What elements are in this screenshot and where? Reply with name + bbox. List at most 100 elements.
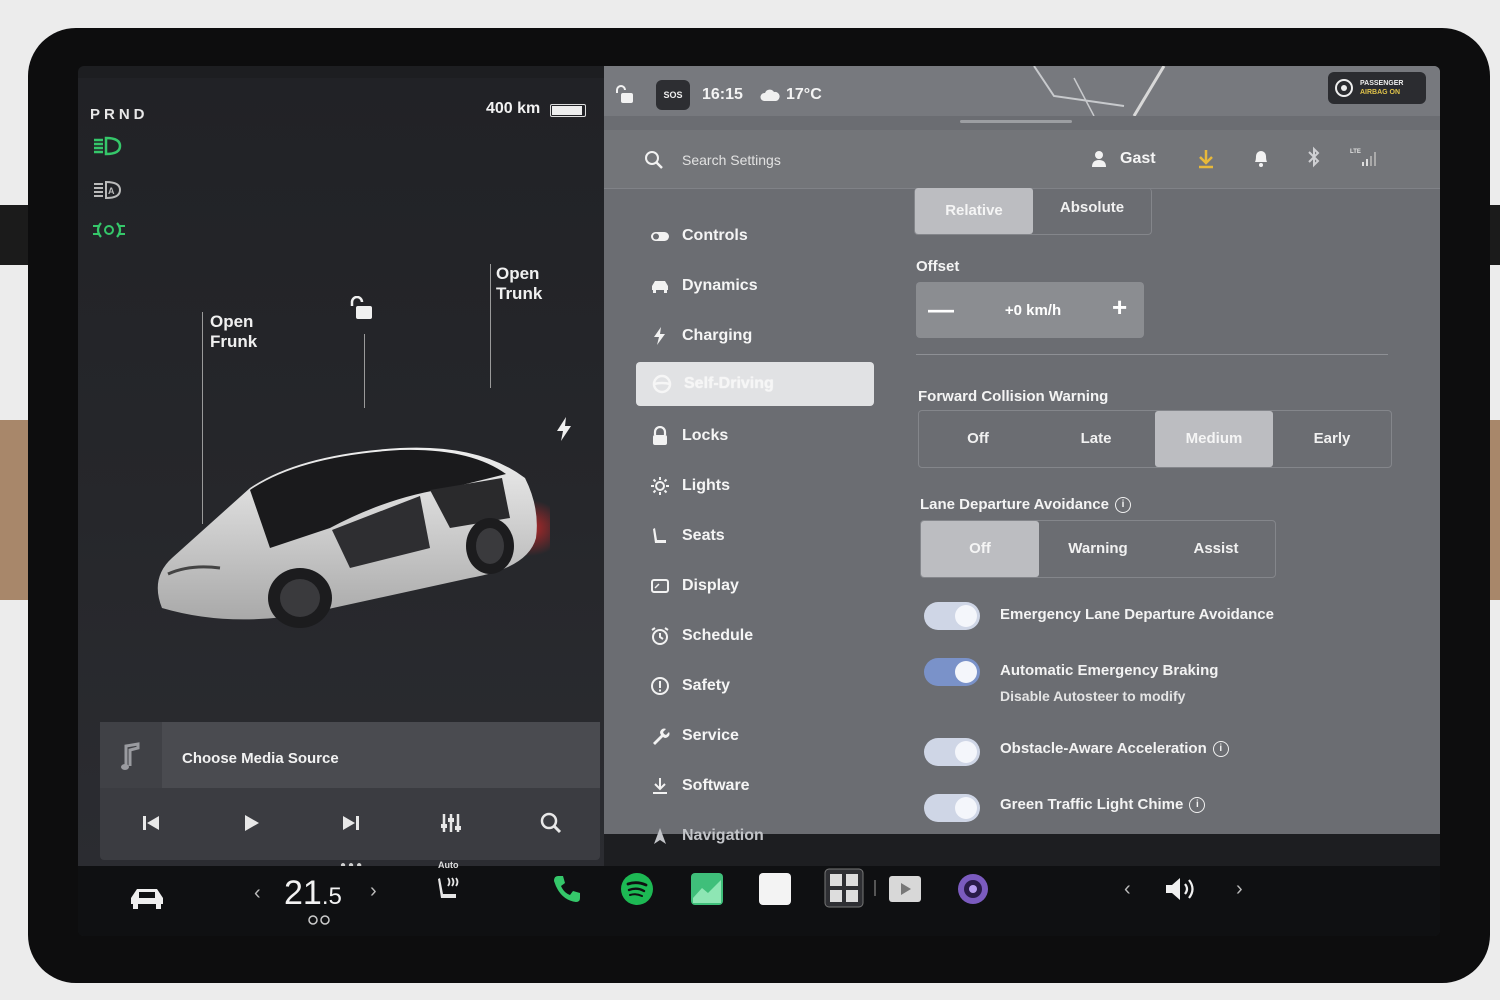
obstacle-aware-label: Obstacle-Aware Acceleration i xyxy=(1000,740,1229,758)
aeb-sublabel: Disable Autosteer to modify xyxy=(1000,688,1186,704)
nav-label: Navigation xyxy=(682,827,764,844)
charge-port-icon[interactable] xyxy=(554,416,574,442)
volume-down-chevron[interactable]: ‹ xyxy=(1124,878,1131,901)
spotify-icon[interactable] xyxy=(620,872,654,906)
obstacle-aware-label-text: Obstacle-Aware Acceleration xyxy=(1000,740,1207,757)
next-track-icon[interactable] xyxy=(334,806,368,840)
car-image xyxy=(157,447,550,628)
car-shortcut-icon[interactable] xyxy=(128,884,166,912)
green-light-chime-info-icon[interactable]: i xyxy=(1189,797,1206,814)
toggle-icon xyxy=(651,232,669,241)
phone-icon[interactable] xyxy=(550,872,584,906)
theater-app-icon[interactable] xyxy=(888,872,922,906)
obstacle-aware-info-icon[interactable]: i xyxy=(1212,741,1229,758)
nav-item-navigation[interactable]: Navigation xyxy=(634,814,874,858)
parking-light-icon[interactable] xyxy=(92,218,126,242)
emergency-lane-departure-toggle[interactable] xyxy=(924,602,980,630)
camera-app-icon[interactable] xyxy=(956,872,990,906)
absolute-option[interactable]: Absolute xyxy=(1033,188,1151,228)
nav-item-controls[interactable]: Controls xyxy=(634,214,874,258)
wrench-icon xyxy=(653,728,670,745)
seat-heater-icon[interactable] xyxy=(434,874,464,904)
car-icon xyxy=(652,281,668,293)
lda-info-icon[interactable]: i xyxy=(1114,497,1131,514)
lte-signal-icon: LTE xyxy=(1350,149,1376,166)
volume-icon[interactable] xyxy=(1162,874,1202,904)
fcw-selector: Off Late Medium Early xyxy=(918,410,1392,468)
nav-item-safety[interactable]: Safety xyxy=(634,664,874,708)
nav-label: Display xyxy=(682,577,739,594)
headlight-icon[interactable] xyxy=(92,134,126,158)
fan-icon[interactable] xyxy=(304,914,334,926)
nav-item-service[interactable]: Service xyxy=(634,714,874,758)
svg-text:A: A xyxy=(108,186,115,196)
lda-label: Lane Departure Avoidance i xyxy=(920,496,1131,514)
media-source-row[interactable]: Choose Media Source xyxy=(100,722,600,788)
search-input[interactable]: Search Settings xyxy=(682,152,781,168)
gear-selector: PRND xyxy=(90,106,149,123)
software-update-icon[interactable] xyxy=(1196,148,1216,170)
vehicle-panel: PRND 400 km A Open Frunk Open Trunk Choo… xyxy=(78,78,604,871)
fcw-late-option[interactable]: Late xyxy=(1037,411,1155,467)
battery-icon xyxy=(550,104,586,117)
notes-app-icon[interactable] xyxy=(758,872,792,906)
play-icon[interactable] xyxy=(234,806,268,840)
nav-item-lights[interactable]: Lights xyxy=(634,464,874,508)
unlocked-status-icon[interactable] xyxy=(614,84,636,106)
open-trunk-label[interactable]: Open Trunk xyxy=(496,264,542,304)
nav-item-charging[interactable]: Charging xyxy=(634,314,874,358)
obstacle-aware-toggle[interactable] xyxy=(924,738,980,766)
auto-high-beam-icon[interactable]: A xyxy=(92,178,126,202)
fcw-off-option[interactable]: Off xyxy=(919,411,1037,467)
toybox-app-icon[interactable] xyxy=(824,868,864,908)
range-readout: 400 km xyxy=(486,100,541,117)
lda-assist-option[interactable]: Assist xyxy=(1157,521,1275,577)
bluetooth-icon[interactable] xyxy=(1306,146,1322,168)
nav-item-display[interactable]: Display xyxy=(634,564,874,608)
nav-item-schedule[interactable]: Schedule xyxy=(634,614,874,658)
info-circle-icon xyxy=(651,677,669,695)
lock-icon xyxy=(653,426,667,445)
temp-down-chevron[interactable]: ‹ xyxy=(254,882,261,905)
lda-warning-option[interactable]: Warning xyxy=(1039,521,1157,577)
profile-name[interactable]: Gast xyxy=(1120,150,1156,168)
lda-off-option[interactable]: Off xyxy=(921,521,1039,577)
nav-item-self-driving[interactable]: Self-Driving xyxy=(636,362,874,406)
fcw-early-option[interactable]: Early xyxy=(1273,411,1391,467)
unlock-icon[interactable] xyxy=(348,296,374,322)
previous-track-icon[interactable] xyxy=(134,806,168,840)
lda-label-text: Lane Departure Avoidance xyxy=(920,496,1109,513)
media-search-icon[interactable] xyxy=(534,806,568,840)
green-light-chime-toggle[interactable] xyxy=(924,794,980,822)
taskbar-divider xyxy=(874,880,876,896)
nav-label: Seats xyxy=(682,527,725,544)
relative-option[interactable]: Relative xyxy=(915,188,1033,234)
search-icon[interactable] xyxy=(644,150,664,170)
temp-up-chevron[interactable]: › xyxy=(370,880,377,903)
alarm-clock-icon xyxy=(651,627,669,645)
profile-icon[interactable] xyxy=(1090,150,1108,168)
nav-label: Locks xyxy=(682,427,729,444)
drag-handle[interactable] xyxy=(960,120,1072,123)
nav-item-seats[interactable]: Seats xyxy=(634,514,874,558)
sun-icon xyxy=(651,477,669,495)
display-icon xyxy=(651,579,669,593)
increase-button[interactable]: + xyxy=(1112,294,1127,320)
decrease-button[interactable]: — xyxy=(928,296,954,322)
speed-mode-selector: Relative Absolute xyxy=(914,188,1152,235)
energy-app-icon[interactable] xyxy=(690,872,724,906)
aeb-toggle[interactable] xyxy=(924,658,980,686)
open-frunk-label[interactable]: Open Frunk xyxy=(210,312,257,352)
cabin-temperature[interactable]: 21.5 xyxy=(284,874,342,913)
touchscreen: PRND 400 km A Open Frunk Open Trunk Choo… xyxy=(78,66,1440,936)
volume-up-chevron[interactable]: › xyxy=(1236,878,1243,901)
equalizer-icon[interactable] xyxy=(434,806,468,840)
fcw-medium-option[interactable]: Medium xyxy=(1155,411,1273,467)
nav-item-locks[interactable]: Locks xyxy=(634,414,874,458)
lightning-icon xyxy=(654,327,665,345)
nav-item-software[interactable]: Software xyxy=(634,764,874,808)
sos-button[interactable]: SOS xyxy=(656,80,690,110)
nav-item-dynamics[interactable]: Dynamics xyxy=(634,264,874,308)
notification-bell-icon[interactable] xyxy=(1252,148,1270,168)
display-bezel: PRND 400 km A Open Frunk Open Trunk Choo… xyxy=(28,28,1490,983)
